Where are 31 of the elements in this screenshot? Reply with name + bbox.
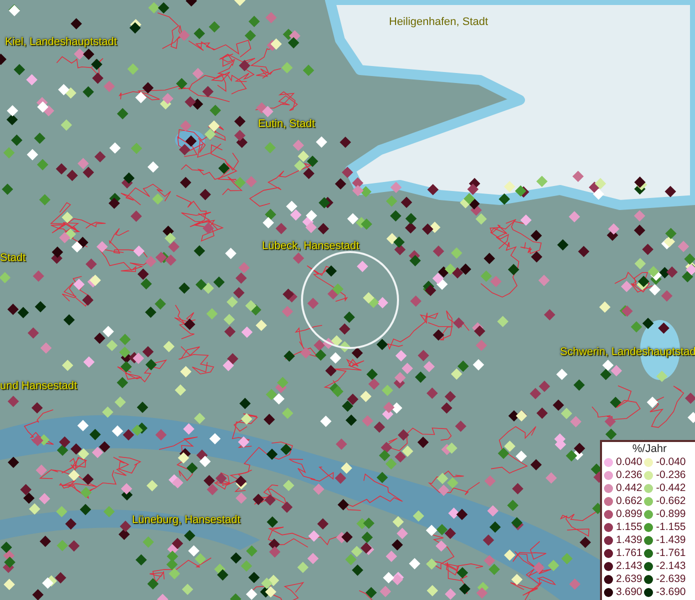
legend-value: 3.690 [616, 586, 642, 598]
place-label: Heiligenhafen, Stadt [389, 16, 488, 29]
legend-value: -0.442 [656, 482, 686, 494]
place-label: Eutin, Stadt [258, 118, 315, 131]
legend-value: -0.899 [656, 508, 686, 520]
legend-value: 0.040 [616, 456, 642, 468]
legend-value: -0.662 [656, 495, 686, 507]
legend-value: -3.690 [656, 586, 686, 598]
place-label: Kiel, Landeshauptstadt [5, 36, 117, 49]
legend-value: 1.155 [616, 521, 642, 533]
legend-value: -0.236 [656, 469, 686, 481]
legend-value: -1.761 [656, 547, 686, 559]
legend-value: -2.143 [656, 560, 686, 572]
legend-value: 0.236 [616, 469, 642, 481]
legend-value: 0.662 [616, 495, 642, 507]
place-label: Lübeck, Hansestadt [262, 240, 360, 253]
place-label: und Hansestadt [0, 380, 78, 393]
place-label: Stadt [0, 252, 26, 265]
legend-value: -1.155 [656, 521, 686, 533]
legend-title: %/Jahr [631, 443, 668, 455]
legend-value: 0.442 [616, 482, 642, 494]
legend-value: 0.899 [616, 508, 642, 520]
legend-value: -1.439 [656, 534, 686, 546]
legend-value: -2.639 [656, 573, 686, 585]
legend-value: 2.143 [616, 560, 642, 572]
legend-value: 1.439 [616, 534, 642, 546]
legend-value: 2.639 [616, 573, 642, 585]
place-label: Schwerin, Landeshauptstad [560, 346, 695, 359]
legend-value: 1.761 [616, 547, 642, 559]
legend-value: -0.040 [656, 456, 686, 468]
place-label: Lüneburg, Hansestadt [132, 514, 240, 527]
